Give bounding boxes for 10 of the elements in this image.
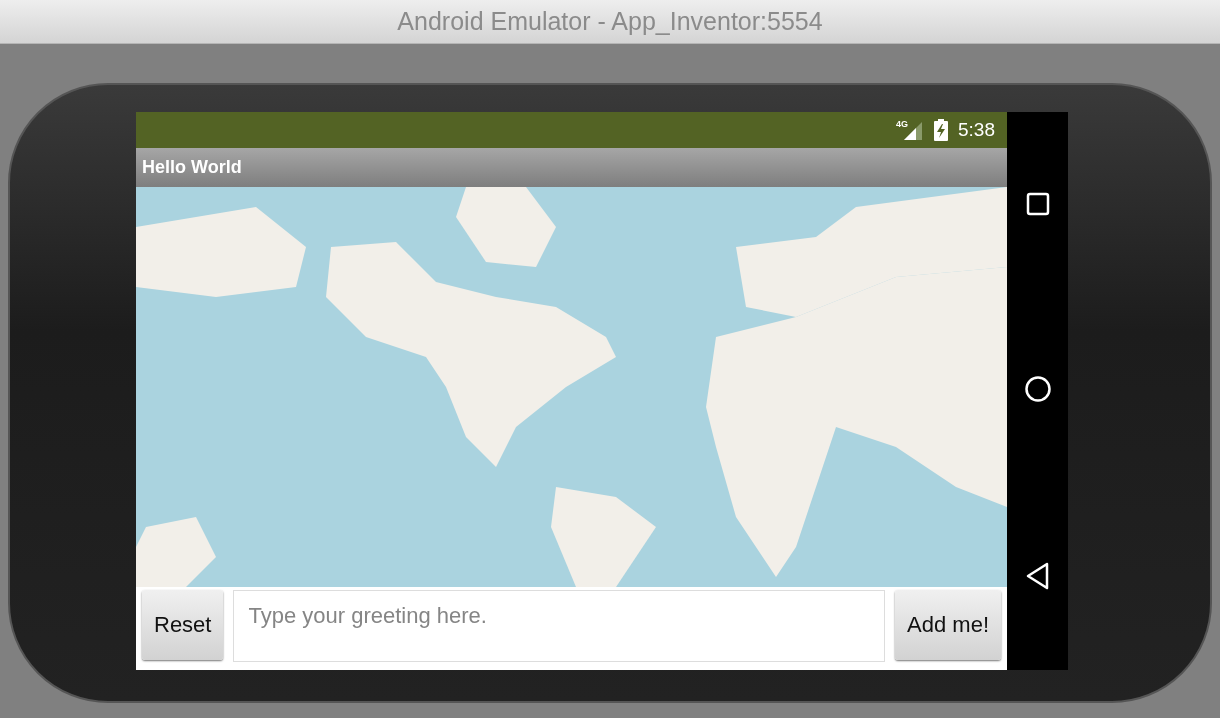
recent-apps-icon[interactable]: [1025, 191, 1050, 216]
add-me-button[interactable]: Add me!: [895, 590, 1001, 660]
battery-charging-icon: [934, 119, 948, 141]
window-title: Android Emulator - App_Inventor:5554: [397, 7, 823, 36]
back-icon[interactable]: [1024, 562, 1051, 591]
home-icon[interactable]: [1023, 375, 1052, 403]
greeting-input-field[interactable]: Type your greeting here.: [233, 590, 886, 662]
app-title: Hello World: [142, 157, 242, 178]
reset-button[interactable]: Reset: [142, 590, 224, 660]
clock-time: 5:38: [958, 119, 995, 141]
